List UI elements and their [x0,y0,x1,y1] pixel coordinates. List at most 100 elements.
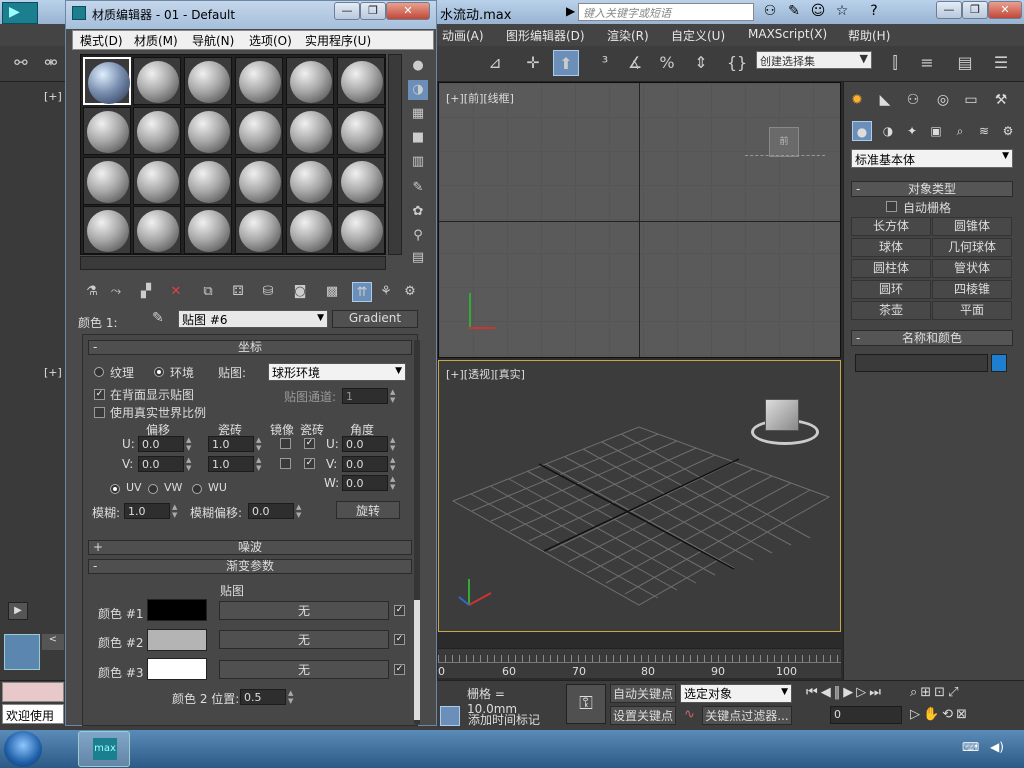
edit-named-sel-icon[interactable]: {} [724,50,750,76]
sample-slot[interactable] [184,157,232,205]
me-menu-navigation[interactable]: 导航(N) [192,32,234,49]
map-type-button[interactable]: Gradient [332,310,418,328]
map-name-input[interactable]: 贴图 #6 ▼ [178,310,328,328]
v-angle-input[interactable]: 0.0 [342,456,388,472]
color3-swatch[interactable] [147,658,207,680]
sample-slot[interactable] [235,57,283,105]
link-icon[interactable]: ⚯ [8,50,34,76]
viewport-front[interactable]: 前 [438,82,841,358]
teapot-button[interactable]: 茶壶 [851,301,931,320]
me-menu-options[interactable]: 选项(O) [249,32,292,49]
keyboard-icon[interactable]: ⌨ [962,740,979,754]
noise-rollout-header[interactable]: + 噪波 [88,540,412,555]
material-id-icon[interactable]: ◙ [290,282,310,302]
minimize-button[interactable]: — [936,1,962,19]
sample-slot[interactable] [286,107,334,155]
viewcube-perspective[interactable] [765,399,799,431]
me-menu-material[interactable]: 材质(M) [134,32,178,49]
snap-3d-icon[interactable]: ³ [592,50,618,76]
geosphere-button[interactable]: 几何球体 [932,238,1012,257]
box-button[interactable]: 长方体 [851,217,931,236]
snap-toggle-icon[interactable]: ⊿ [482,50,508,76]
spinner-icon[interactable]: ▲ ▼ [186,436,196,452]
v-tile-checkbox[interactable]: ✓ [304,458,315,469]
modify-tab-icon[interactable]: ◣ [874,89,896,111]
put-library-icon[interactable]: ⛁ [258,282,278,302]
me-menu-mode[interactable]: 模式(D) [80,32,123,49]
sample-slot[interactable] [337,206,385,254]
me-maximize-button[interactable]: ❐ [360,2,386,20]
vw-radio[interactable] [148,484,158,494]
sample-slot[interactable] [133,206,181,254]
sample-slot[interactable] [83,157,131,205]
spinner-icon[interactable]: ▲ ▼ [390,388,400,404]
mapping-dropdown[interactable]: 球形环境 ▼ [268,363,406,381]
viewport-top-label[interactable]: [+] [44,90,62,103]
spinner-icon[interactable]: ▲ ▼ [390,436,400,452]
object-name-input[interactable] [855,354,988,372]
viewport-front-label[interactable]: [+][前][线框] [446,90,514,106]
create-tab-icon[interactable]: ✹ [846,89,868,111]
v-mirror-checkbox[interactable] [280,458,291,469]
auto-grid-checkbox[interactable] [886,201,897,212]
binoculars-icon[interactable]: ⚇ [760,3,780,21]
scroll-left-icon[interactable]: < [42,634,64,650]
sample-slot[interactable] [235,107,283,155]
sample-slot[interactable] [286,57,334,105]
menu-customize[interactable]: 自定义(U) [671,27,725,44]
show-end-result-icon[interactable]: ⇈ [352,282,372,302]
menu-maxscript[interactable]: MAXScript(X) [748,27,827,41]
cylinder-button[interactable]: 圆柱体 [851,259,931,278]
color2-map-button[interactable]: 无 [219,630,389,649]
named-selection-dropdown[interactable]: 创建选择集 ▼ [756,51,872,69]
sphere-button[interactable]: 球体 [851,238,931,257]
uv-radio[interactable] [110,484,120,494]
reset-map-icon[interactable]: ✕ [166,282,186,302]
show-back-checkbox[interactable]: ✓ [94,389,105,400]
u-tiling-input[interactable]: 1.0 [208,436,254,452]
current-frame-input[interactable]: 0 [830,706,902,724]
sample-slot[interactable] [133,57,181,105]
v-offset-input[interactable]: 0.0 [138,456,184,472]
viewport-left-label[interactable]: [+] [44,366,62,379]
make-copy-icon[interactable]: ⧉ [198,282,218,302]
sample-slot[interactable] [235,157,283,205]
go-sibling-icon[interactable]: ⚙ [400,282,420,302]
viewport-nav-controls-2[interactable]: ▷✋⟲⊠ [910,707,970,722]
scene-explorer-icon[interactable]: ☰ [988,50,1014,76]
hierarchy-tab-icon[interactable]: ⚇ [902,89,924,111]
params-scrollbar-thumb[interactable] [414,600,420,720]
pyramid-button[interactable]: 四棱锥 [932,280,1012,299]
color1-map-checkbox[interactable]: ✓ [394,605,405,616]
color1-swatch[interactable] [147,599,207,621]
options-icon[interactable]: ✿ [408,202,428,222]
close-button[interactable]: ✕ [988,1,1022,19]
color2-swatch[interactable] [147,629,207,651]
wu-radio[interactable] [192,484,202,494]
key-mode-dropdown[interactable]: 选定对象 ▼ [680,684,792,703]
key-filters-button[interactable]: 关键点过滤器... [702,706,792,725]
slots-vscrollbar[interactable] [388,54,402,255]
rotate-button[interactable]: 旋转 [336,501,400,519]
add-time-tag[interactable]: 添加时间标记 [468,711,540,728]
select-by-material-icon[interactable]: ⚲ [408,226,428,246]
make-preview-icon[interactable]: ✎ [408,178,428,198]
color1-map-button[interactable]: 无 [219,601,389,620]
sample-slot[interactable] [83,57,131,105]
plane-button[interactable]: 平面 [932,301,1012,320]
spinner-icon[interactable]: ▲ ▼ [256,436,266,452]
search-expand-icon[interactable]: ▶ [566,4,575,18]
sample-slot[interactable] [337,57,385,105]
me-menu-utilities[interactable]: 实用程序(U) [305,32,371,49]
favorite-icon[interactable]: ☆ [832,3,852,21]
lights-icon[interactable]: ✦ [902,121,922,141]
color3-map-button[interactable]: 无 [219,660,389,679]
maxscript-listener[interactable] [2,682,64,702]
get-material-icon[interactable]: ⚗ [82,282,102,302]
backlight-icon[interactable]: ◑ [408,80,428,100]
taskbar-3dsmax[interactable]: max [78,731,130,767]
sample-slot[interactable] [286,157,334,205]
layer-icon[interactable]: ▤ [952,50,978,76]
material-navigator-icon[interactable]: ▤ [408,248,428,268]
motion-tab-icon[interactable]: ◎ [932,89,954,111]
